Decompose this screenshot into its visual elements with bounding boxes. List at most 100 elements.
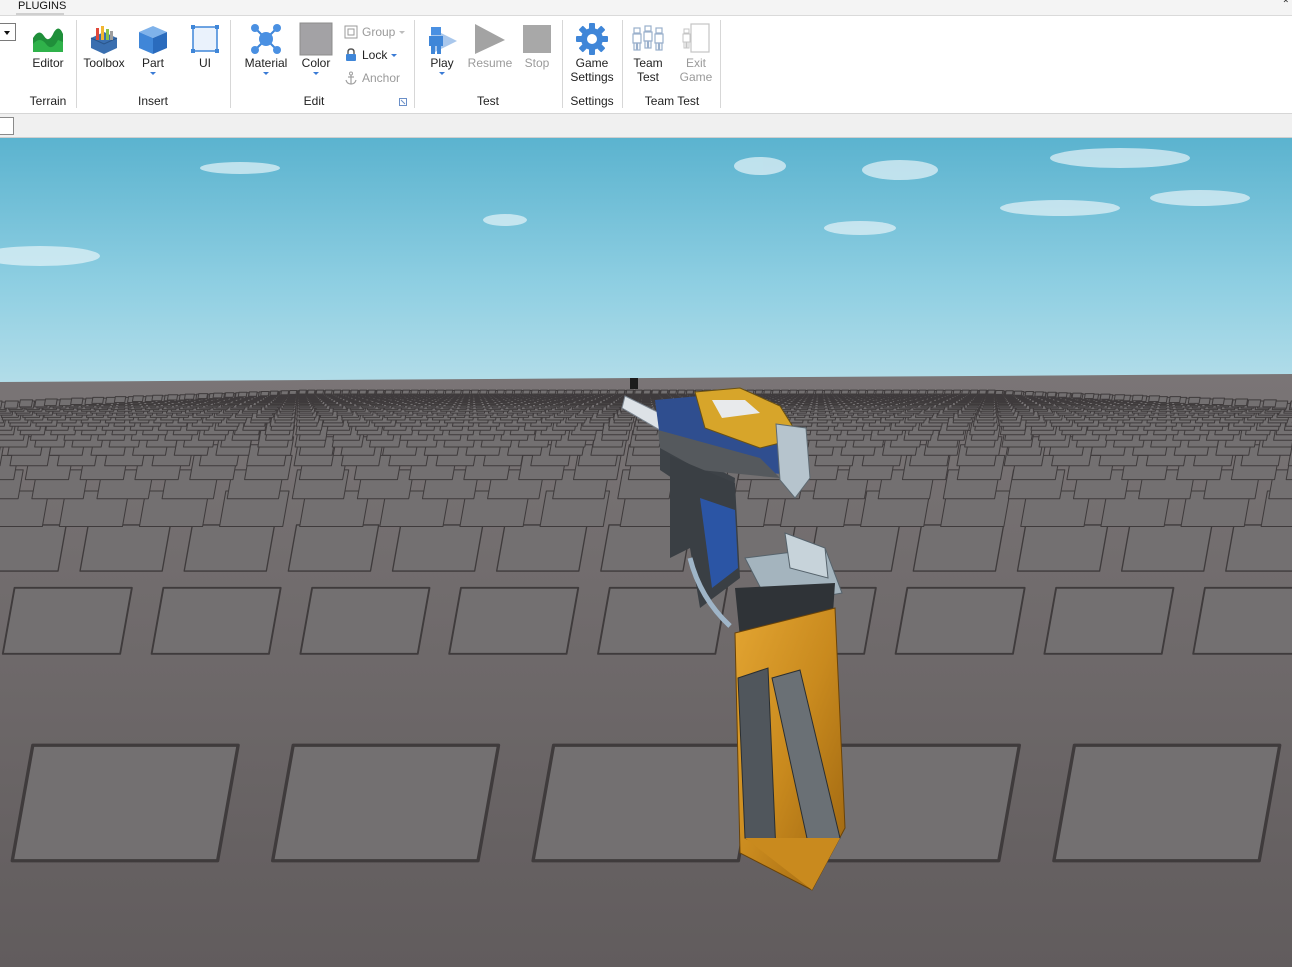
play-button[interactable]: Play: [421, 22, 463, 75]
baseplate-stud: [1148, 395, 1161, 403]
resume-button[interactable]: Resume: [467, 22, 513, 70]
ui-button[interactable]: UI: [185, 22, 225, 70]
baseplate-stud: [487, 389, 497, 395]
group-separator: [720, 20, 721, 108]
group-label-edit: Edit: [303, 94, 325, 108]
edit-dialog-launcher-icon[interactable]: [399, 98, 407, 106]
baseplate-stud: [599, 389, 609, 395]
color-dropdown-arrow[interactable]: [313, 72, 319, 75]
baseplate-stud: [668, 389, 678, 395]
resume-label: Resume: [467, 56, 513, 70]
baseplate-stud: [410, 389, 419, 395]
baseplate-stud: [789, 389, 798, 395]
baseplate-stud: [237, 391, 248, 398]
baseplate-stud: [616, 389, 626, 395]
baseplate-stud: [1099, 393, 1111, 400]
baseplate-stud: [565, 389, 574, 395]
baseplate-stud: [183, 524, 276, 572]
group-button[interactable]: Group: [344, 24, 406, 42]
baseplate-stud: [1168, 396, 1182, 403]
ribbon-dropdown-stub[interactable]: [0, 23, 16, 41]
baseplate-stud: [875, 389, 884, 395]
baseplate-stud: [548, 389, 557, 395]
team-test-button[interactable]: Team Test: [627, 22, 669, 84]
game-settings-button[interactable]: Game Settings: [567, 22, 617, 84]
baseplate-stud: [384, 389, 393, 395]
baseplate-stud: [248, 391, 258, 397]
baseplate-stud: [307, 389, 316, 395]
exit-game-label-line1: Exit: [685, 56, 706, 70]
baseplate-stud: [969, 389, 979, 395]
baseplate-stud: [797, 389, 807, 395]
baseplate-stud: [883, 389, 893, 395]
exit-game-button[interactable]: Exit Game: [675, 22, 717, 84]
resume-icon: [475, 24, 505, 54]
baseplate-stud: [866, 389, 876, 395]
group-label-team-test: Team Test: [644, 94, 700, 108]
group-label-settings: Settings: [570, 94, 614, 108]
baseplate-stud: [1016, 524, 1109, 572]
gear-icon: [576, 23, 608, 55]
terrain-editor-button[interactable]: Editor: [28, 22, 68, 70]
color-button[interactable]: Color: [295, 22, 337, 75]
baseplate-stud: [393, 389, 402, 395]
group-dropdown-arrow[interactable]: [399, 31, 406, 34]
baseplate-stud: [280, 390, 290, 396]
exit-game-label-line2: Game: [679, 70, 713, 84]
baseplate-stud: [1113, 394, 1126, 401]
ui-label: UI: [199, 56, 211, 70]
baseplate-stud: [1192, 586, 1292, 655]
lock-label: Lock: [362, 48, 388, 62]
baseplate-stud: [659, 389, 669, 395]
command-input[interactable]: [0, 117, 14, 135]
anchor-button[interactable]: Anchor: [344, 70, 400, 88]
baseplate-stud: [573, 389, 583, 395]
collapse-ribbon-icon[interactable]: ⌃: [1282, 0, 1290, 10]
baseplate-stud: [994, 389, 1004, 395]
baseplate-stud: [918, 389, 927, 395]
baseplate-stud: [197, 393, 209, 400]
baseplate-stud: [1234, 398, 1249, 407]
3d-viewport[interactable]: [0, 138, 1292, 967]
baseplate-stud: [461, 389, 471, 395]
baseplate-stud: [495, 524, 588, 572]
baseplate-stud: [427, 389, 436, 395]
baseplate-stud: [358, 389, 368, 395]
lock-button[interactable]: Lock: [344, 47, 398, 65]
baseplate-stud: [391, 524, 484, 572]
baseplate-stud: [299, 586, 431, 655]
material-label: Material: [244, 56, 288, 70]
viewport-scene[interactable]: [0, 138, 1292, 967]
baseplate-stud: [1024, 390, 1034, 397]
baseplate-stud: [591, 389, 600, 395]
baseplate-stud: [823, 389, 832, 395]
terrain-editor-icon: [33, 28, 63, 52]
group-team-test: Team Test Exit Game Team Test: [623, 20, 721, 110]
baseplate-stud: [642, 389, 652, 395]
baseplate-stud: [806, 389, 815, 395]
stop-button[interactable]: Stop: [517, 22, 557, 70]
baseplate-stud: [539, 389, 548, 395]
baseplate-stud: [608, 389, 617, 395]
material-button[interactable]: Material: [243, 22, 289, 75]
active-tab-indicator: [16, 13, 64, 15]
baseplate-stud: [479, 389, 488, 395]
group-insert: Toolbox Part UI Insert: [77, 20, 229, 110]
baseplate-stud: [987, 389, 996, 395]
part-label: Part: [141, 56, 164, 70]
baseplate-stud: [935, 389, 944, 395]
part-dropdown-arrow[interactable]: [150, 72, 156, 75]
baseplate-stud: [287, 524, 380, 572]
baseplate-stud: [754, 389, 764, 395]
play-dropdown-arrow[interactable]: [439, 72, 445, 75]
baseplate-stud: [401, 389, 411, 395]
toolbox-button[interactable]: Toolbox: [81, 22, 127, 70]
tab-plugins[interactable]: PLUGINS: [18, 0, 66, 12]
lock-dropdown-arrow[interactable]: [391, 54, 398, 57]
baseplate-stud: [961, 389, 970, 395]
baseplate-stud: [625, 389, 634, 395]
exit-game-icon: [682, 23, 710, 53]
part-button[interactable]: Part: [133, 22, 173, 75]
part-cube-icon: [139, 26, 167, 54]
material-dropdown-arrow[interactable]: [263, 72, 269, 75]
